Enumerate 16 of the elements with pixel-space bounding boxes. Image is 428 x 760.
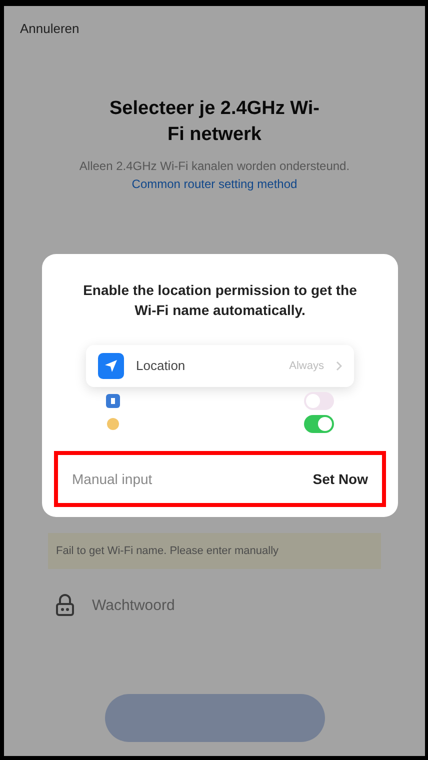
chevron-right-icon: [336, 360, 342, 371]
router-setting-link[interactable]: Common router setting method: [132, 177, 298, 192]
warning-banner: Fail to get Wi-Fi name. Please enter manually: [48, 533, 381, 570]
next-button[interactable]: [104, 694, 324, 742]
subtitle-text: Alleen 2.4GHz Wi-Fi kanalen worden ondersteund. Common router setting method: [78, 158, 351, 194]
password-field[interactable]: Wachtwoord: [90, 596, 375, 615]
cancel-link[interactable]: Annuleren: [20, 21, 80, 36]
app-square-icon: [106, 394, 120, 408]
dialog-message: Enable the location permission to get the Wi-Fi name automatically.: [82, 281, 358, 320]
lock-icon: [54, 593, 76, 618]
page-title: Selecteer je 2.4GHz Wi-Fi netwerk: [108, 97, 320, 147]
location-label: Location: [136, 358, 186, 374]
location-value: Always: [289, 360, 324, 372]
manual-input-button[interactable]: Manual input: [72, 466, 152, 491]
set-now-button[interactable]: Set Now: [312, 466, 368, 491]
app-dot-icon: [106, 416, 120, 431]
